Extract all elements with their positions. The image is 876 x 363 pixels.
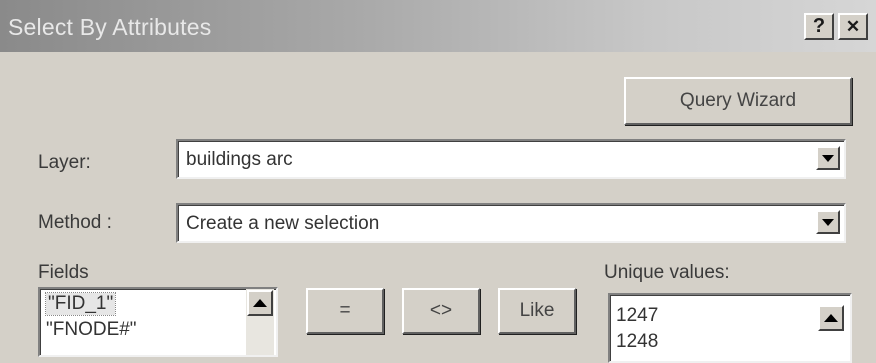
list-item[interactable]: 1248 (616, 331, 658, 353)
equals-button[interactable]: = (306, 288, 384, 334)
layer-label: Layer: (38, 152, 91, 173)
layer-value: buildings arc (186, 149, 293, 170)
equals-label: = (339, 300, 351, 321)
fields-list[interactable]: "FID_1" "FNODE#" (38, 287, 278, 357)
method-label: Method : (38, 212, 112, 233)
fields-scroll-up-button[interactable] (247, 290, 273, 316)
scroll-up-arrow-icon (824, 314, 838, 322)
chevron-down-icon (822, 154, 834, 162)
like-button[interactable]: Like (498, 288, 576, 334)
title-bar: Select By Attributes ? ✕ (0, 0, 876, 52)
list-item[interactable]: "FNODE#" (46, 319, 137, 341)
help-button[interactable]: ? (804, 13, 834, 40)
close-icon: ✕ (845, 16, 861, 36)
method-dropdown[interactable]: Create a new selection (176, 203, 846, 243)
chevron-down-icon (822, 218, 834, 226)
list-item[interactable]: 1247 (616, 305, 658, 327)
help-icon: ? (812, 15, 826, 37)
query-wizard-label: Query Wizard (679, 90, 797, 111)
close-button[interactable]: ✕ (838, 13, 868, 40)
unique-values-scroll-up-button[interactable] (818, 305, 844, 331)
not-equal-button[interactable]: <> (402, 288, 480, 334)
method-dropdown-button[interactable] (816, 210, 840, 234)
fields-label: Fields (38, 262, 89, 283)
method-value: Create a new selection (186, 213, 380, 234)
query-wizard-button[interactable]: Query Wizard (624, 77, 852, 125)
not-equal-label: <> (429, 300, 453, 321)
window-title: Select By Attributes (8, 14, 212, 40)
unique-values-label: Unique values: (604, 262, 730, 283)
like-label: Like (519, 300, 555, 321)
scroll-up-arrow-icon (253, 299, 267, 307)
unique-values-list[interactable]: 1247 1248 (608, 293, 852, 363)
layer-dropdown[interactable]: buildings arc (176, 139, 846, 179)
layer-dropdown-button[interactable] (816, 146, 840, 170)
list-item[interactable]: "FID_1" (44, 292, 117, 316)
